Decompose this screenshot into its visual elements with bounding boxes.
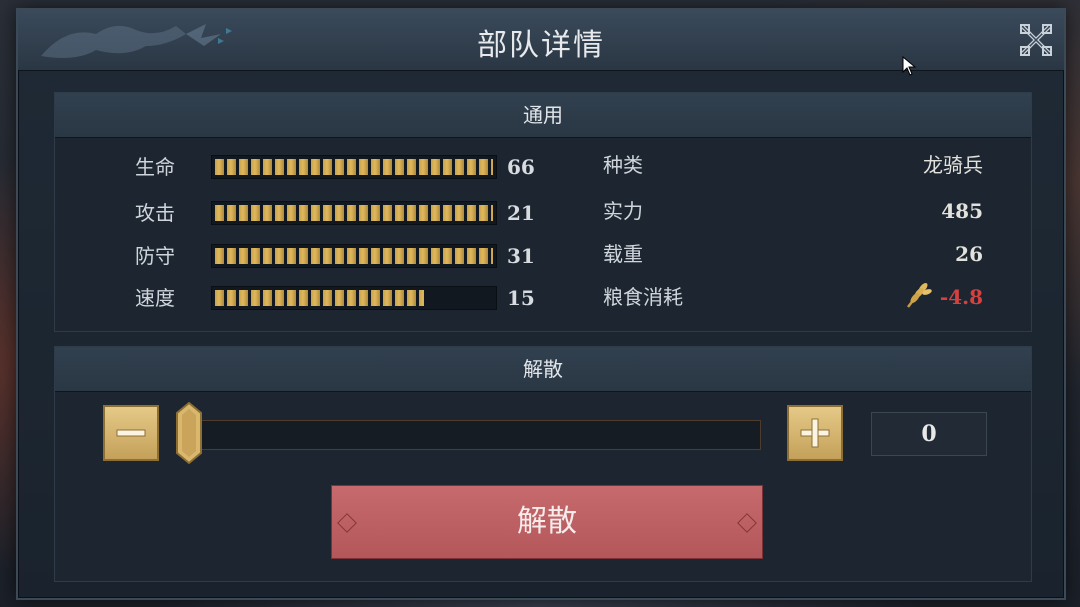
close-button[interactable] bbox=[1018, 22, 1054, 58]
troop-details-panel: 部队详情 通用 生命 66 攻击 21 防守 31 速度 15 种类 龙骑兵 实… bbox=[16, 8, 1066, 600]
diamond-ornament-icon bbox=[337, 513, 357, 533]
info-value-type: 龙骑兵 bbox=[923, 153, 983, 177]
disband-button[interactable]: 解散 bbox=[331, 485, 763, 559]
stat-label: 防守 bbox=[135, 244, 175, 268]
stat-label: 生命 bbox=[135, 155, 175, 179]
info-label-food-consumption: 粮食消耗 bbox=[603, 285, 683, 309]
stat-label: 攻击 bbox=[135, 201, 175, 225]
info-label-power: 实力 bbox=[603, 199, 643, 223]
stat-row-attack: 攻击 21 bbox=[55, 199, 1031, 227]
stat-row-defense: 防守 31 bbox=[55, 242, 1031, 270]
stat-bar-fill bbox=[215, 248, 493, 264]
mouse-cursor-icon bbox=[902, 56, 917, 76]
info-value-power: 485 bbox=[941, 199, 983, 223]
decrease-button[interactable] bbox=[103, 405, 159, 461]
increase-button[interactable] bbox=[787, 405, 843, 461]
stat-bar-fill bbox=[215, 159, 493, 175]
diamond-ornament-icon bbox=[737, 513, 757, 533]
general-header: 通用 bbox=[55, 93, 1031, 138]
info-label-load: 载重 bbox=[603, 242, 643, 266]
stat-label: 速度 bbox=[135, 286, 175, 310]
close-x-icon bbox=[1020, 24, 1052, 56]
quantity-input[interactable]: 0 bbox=[871, 412, 987, 456]
stat-value: 66 bbox=[507, 155, 535, 179]
stat-value: 21 bbox=[507, 201, 535, 225]
minus-icon bbox=[116, 429, 146, 437]
general-section: 通用 生命 66 攻击 21 防守 31 速度 15 种类 龙骑兵 实力 485… bbox=[54, 92, 1032, 332]
stat-row-hp: 生命 66 bbox=[55, 153, 1031, 181]
info-label-type: 种类 bbox=[603, 153, 643, 177]
info-value-food-consumption: -4.8 bbox=[939, 285, 983, 309]
plus-icon bbox=[800, 418, 830, 448]
info-value-load: 26 bbox=[955, 242, 983, 266]
stat-value: 31 bbox=[507, 244, 535, 268]
stat-value: 15 bbox=[507, 286, 535, 310]
stat-bar bbox=[211, 155, 497, 179]
quantity-slider[interactable] bbox=[185, 420, 761, 450]
stat-bar bbox=[211, 286, 497, 310]
stat-bar bbox=[211, 201, 497, 225]
stat-bar-fill bbox=[215, 205, 493, 221]
wheat-icon bbox=[907, 283, 932, 308]
stat-bar bbox=[211, 244, 497, 268]
slider-handle[interactable] bbox=[175, 401, 203, 465]
disband-button-label: 解散 bbox=[517, 504, 577, 539]
disband-header: 解散 bbox=[55, 347, 1031, 392]
disband-section: 解散 0 解散 bbox=[54, 346, 1032, 582]
stat-row-speed: 速度 15 bbox=[55, 284, 1031, 312]
stat-bar-fill bbox=[215, 290, 424, 306]
